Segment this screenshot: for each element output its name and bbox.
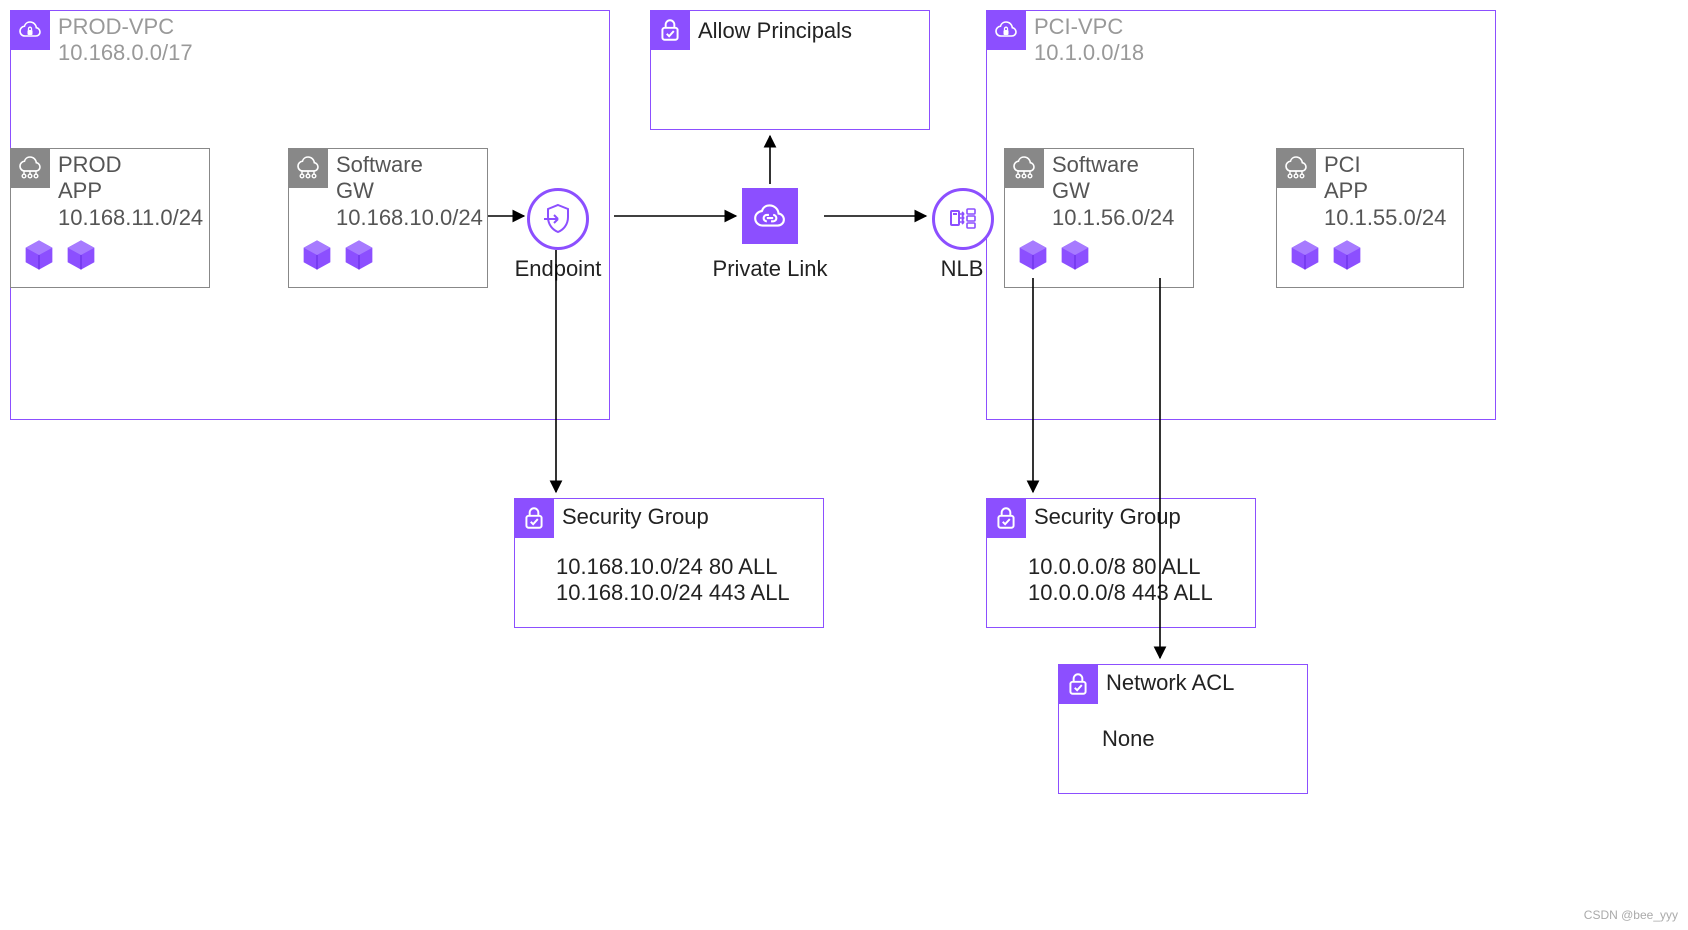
privatelink-node bbox=[742, 188, 798, 244]
privatelink-label: Private Link bbox=[700, 256, 840, 282]
subnet-label: PCIAPP10.1.55.0/24 bbox=[1324, 152, 1446, 231]
subnet-label: SoftwareGW10.1.56.0/24 bbox=[1052, 152, 1174, 231]
nlb-node bbox=[932, 188, 994, 250]
lock-ok-icon bbox=[514, 498, 554, 538]
vpc-icon bbox=[986, 10, 1026, 50]
subnet-icon bbox=[1276, 148, 1316, 188]
sg-left-rules: 10.168.10.0/24 80 ALL 10.168.10.0/24 443… bbox=[556, 554, 790, 607]
lock-ok-icon bbox=[1058, 664, 1098, 704]
vpc-prod-title: PROD-VPC10.168.0.0/17 bbox=[58, 14, 193, 67]
watermark: CSDN @bee_yyy bbox=[1584, 908, 1678, 922]
vpc-icon bbox=[10, 10, 50, 50]
sg-right-title: Security Group bbox=[1034, 504, 1181, 530]
allow-principals-label: Allow Principals bbox=[698, 18, 852, 44]
nlb-label: NLB bbox=[892, 256, 1032, 282]
instances-icon bbox=[1288, 236, 1364, 274]
endpoint-node bbox=[527, 188, 589, 250]
nacl-body: None bbox=[1102, 726, 1155, 752]
instances-icon bbox=[300, 236, 376, 274]
subnet-icon bbox=[1004, 148, 1044, 188]
vpc-pci-title: PCI-VPC10.1.0.0/18 bbox=[1034, 14, 1144, 67]
lock-ok-icon bbox=[650, 10, 690, 50]
sg-left-title: Security Group bbox=[562, 504, 709, 530]
subnet-icon bbox=[288, 148, 328, 188]
sg-right-rules: 10.0.0.0/8 80 ALL 10.0.0.0/8 443 ALL bbox=[1028, 554, 1213, 607]
endpoint-label: Endpoint bbox=[488, 256, 628, 282]
instances-icon bbox=[22, 236, 98, 274]
subnet-label: PRODAPP10.168.11.0/24 bbox=[58, 152, 203, 231]
subnet-label: SoftwareGW10.168.10.0/24 bbox=[336, 152, 483, 231]
nacl-title: Network ACL bbox=[1106, 670, 1234, 696]
subnet-icon bbox=[10, 148, 50, 188]
lock-ok-icon bbox=[986, 498, 1026, 538]
